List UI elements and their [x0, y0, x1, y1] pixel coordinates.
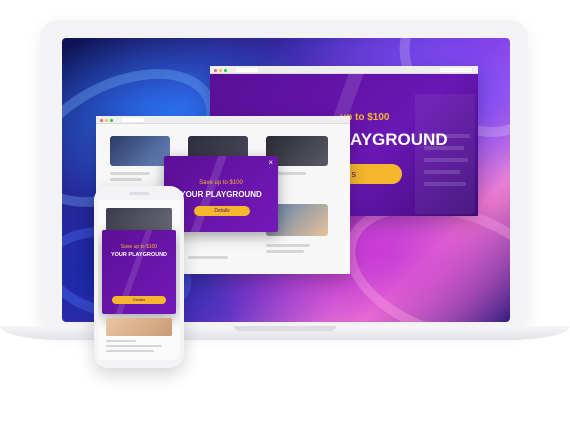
desktop-popup-title: AYGROUND — [350, 130, 448, 149]
mobile-popup-details-button[interactable]: Details — [112, 296, 166, 304]
phone-screen: Save up to $100 YOUR PLAYGROUND Details — [98, 200, 180, 360]
content-thumbnail — [110, 136, 170, 166]
phone-frame: Save up to $100 YOUR PLAYGROUND Details — [94, 186, 184, 368]
laptop-base — [0, 326, 570, 346]
close-icon[interactable]: × — [268, 158, 273, 167]
browser-toolbar — [210, 66, 478, 74]
phone-speaker — [129, 192, 149, 195]
mobile-popup: Save up to $100 YOUR PLAYGROUND Details — [102, 230, 176, 314]
mobile-popup-title: YOUR PLAYGROUND — [110, 252, 168, 258]
tablet-popup-details-button[interactable]: Details — [194, 206, 250, 216]
browser-toolbar — [96, 116, 350, 124]
tablet-popup-headline: Save up to $100 — [199, 180, 243, 186]
mobile-popup-headline: Save up to $100 — [120, 244, 158, 250]
